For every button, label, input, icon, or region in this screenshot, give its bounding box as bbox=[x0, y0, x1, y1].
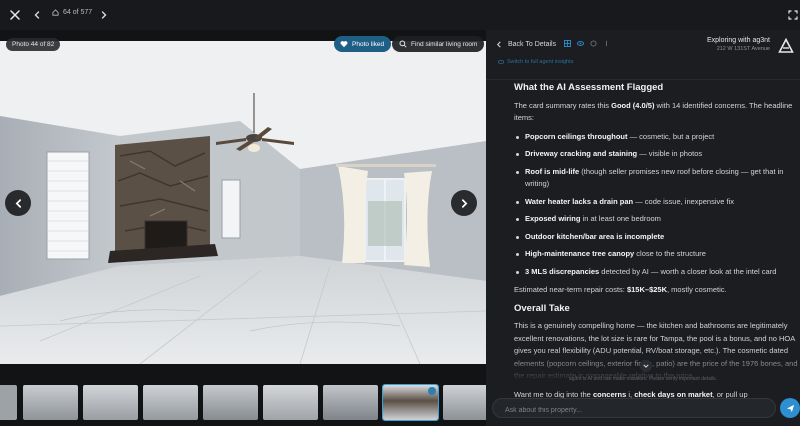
fullscreen-icon[interactable] bbox=[784, 6, 800, 24]
repair-pre: Estimated near-term repair costs: bbox=[514, 285, 627, 294]
repair-estimate: Estimated near-term repair costs: $15K–$… bbox=[514, 284, 800, 297]
flag-title: Driveway cracking and staining bbox=[525, 149, 638, 158]
assistant-panel: Back To Details Exploring with ag3nt 212… bbox=[486, 30, 800, 426]
thumbnail-strip bbox=[0, 384, 486, 426]
list-item: Water heater lacks a drain pan — code is… bbox=[514, 196, 800, 209]
chat-input-box[interactable] bbox=[492, 398, 776, 420]
intro-rating: Good (4.0/5) bbox=[611, 100, 655, 110]
flag-title: 3 MLS discrepancies bbox=[525, 266, 600, 276]
flag-detail: — code issue, inexpensive fix bbox=[633, 196, 734, 206]
explore-header: Exploring with ag3nt 212 W 131ST Avenue bbox=[707, 37, 770, 52]
thumbnail[interactable] bbox=[263, 385, 318, 420]
list-item: Exposed wiring in at least one bedroom bbox=[514, 213, 800, 226]
flag-title: Popcorn ceilings throughout bbox=[525, 131, 628, 141]
explore-address: 212 W 131ST Avenue bbox=[716, 46, 770, 52]
eye-icon[interactable] bbox=[577, 40, 584, 47]
list-item: Popcorn ceilings throughout — cosmetic, … bbox=[514, 131, 800, 144]
flag-detail: detected by AI — worth a closer look at … bbox=[599, 266, 777, 276]
flag-title: Water heater lacks a drain pan bbox=[525, 196, 634, 206]
flag-title: Exposed wiring bbox=[525, 214, 581, 223]
ai-disclaimer: ag3nt is AI and can make mistakes. Pleas… bbox=[568, 376, 718, 382]
photo-liked-button[interactable]: Photo liked bbox=[334, 36, 392, 52]
flag-title: Roof is mid-life bbox=[525, 166, 580, 176]
next-listing-icon[interactable] bbox=[95, 6, 113, 24]
list-item: 3 MLS discrepancies detected by AI — wor… bbox=[514, 266, 800, 279]
send-icon bbox=[786, 404, 794, 412]
photo-viewer: Photo 44 of 82 Photo liked Find similar … bbox=[0, 30, 486, 384]
thumbnail[interactable] bbox=[443, 385, 486, 420]
explore-title: Exploring with ag3nt bbox=[706, 37, 770, 44]
top-bar: 64 of 577 bbox=[0, 0, 800, 30]
prev-photo-button[interactable] bbox=[5, 190, 31, 216]
flag-title: Outdoor kitchen/bar area is incomplete bbox=[525, 231, 665, 241]
close-icon[interactable] bbox=[6, 6, 24, 24]
thumbnail[interactable] bbox=[83, 385, 138, 420]
overall-take-text: This is a genuinely compelling home — th… bbox=[514, 321, 798, 380]
chevron-right-icon bbox=[461, 198, 467, 208]
flag-detail: — cosmetic, but a project bbox=[627, 131, 715, 141]
photo-liked-label: Photo liked bbox=[352, 40, 385, 48]
ag3nt-logo-icon bbox=[778, 38, 794, 53]
section-title-flags: What the AI Assessment Flagged bbox=[514, 82, 664, 93]
living-room-photo bbox=[0, 41, 486, 364]
search-icon bbox=[399, 40, 407, 48]
list-item: Roof is mid-life (though seller promises… bbox=[514, 166, 800, 191]
find-similar-button[interactable]: Find similar living room bbox=[392, 36, 485, 52]
back-label: Back To Details bbox=[508, 41, 557, 48]
heart-icon bbox=[340, 41, 348, 48]
panel-header: Back To Details Exploring with ag3nt 212… bbox=[486, 30, 800, 80]
full-insights-link[interactable]: Switch to full agent insights bbox=[498, 59, 573, 65]
eye-icon bbox=[498, 59, 504, 65]
thumbnail-active[interactable] bbox=[382, 384, 439, 421]
grid-icon[interactable] bbox=[564, 40, 571, 47]
send-button[interactable] bbox=[780, 398, 800, 418]
home-icon bbox=[52, 9, 59, 16]
list-item: Driveway cracking and staining — visible… bbox=[514, 148, 800, 161]
list-item: High-maintenance tree canopy close to th… bbox=[514, 248, 800, 261]
app-root: 64 of 577 Photo 44 of 82 Photo liked Fin… bbox=[0, 0, 800, 426]
thumbnail[interactable] bbox=[203, 385, 258, 420]
thumbnail[interactable] bbox=[23, 385, 78, 420]
chat-input[interactable] bbox=[493, 401, 775, 420]
chevron-left-icon bbox=[15, 198, 21, 208]
chevron-left-icon bbox=[496, 41, 501, 48]
thumbnail[interactable] bbox=[323, 385, 378, 420]
flag-list: Popcorn ceilings throughout — cosmetic, … bbox=[514, 131, 800, 279]
flag-detail: close to the structure bbox=[634, 249, 706, 258]
chevron-down-icon bbox=[643, 364, 649, 368]
assistant-message: What the AI Assessment Flagged The card … bbox=[514, 82, 800, 412]
flag-title: High-maintenance tree canopy bbox=[525, 249, 635, 258]
info-icon[interactable] bbox=[603, 40, 610, 47]
back-to-details-button[interactable]: Back To Details bbox=[496, 41, 556, 48]
full-insights-label: Switch to full agent insights bbox=[507, 59, 574, 65]
photo-count-badge: Photo 44 of 82 bbox=[6, 38, 61, 51]
listing-counter: 64 of 577 bbox=[52, 9, 92, 16]
prev-listing-icon[interactable] bbox=[28, 6, 46, 24]
find-similar-label: Find similar living room bbox=[411, 40, 478, 48]
view-toggle-icons bbox=[564, 40, 610, 47]
heart-icon bbox=[428, 387, 436, 395]
thumbnail[interactable] bbox=[0, 385, 17, 420]
repair-amount: $15K–$25K bbox=[626, 285, 667, 294]
repair-post: , mostly cosmetic. bbox=[667, 285, 727, 294]
section-title-take: Overall Take bbox=[514, 302, 570, 314]
settings-icon[interactable] bbox=[590, 40, 597, 47]
intro-paragraph: The card summary rates this Good (4.0/5)… bbox=[514, 100, 800, 125]
scroll-down-button[interactable] bbox=[640, 360, 652, 372]
thumbnail[interactable] bbox=[143, 385, 198, 420]
intro-pre: The card summary rates this bbox=[514, 100, 612, 110]
flag-detail: in at least one bedroom bbox=[580, 214, 661, 223]
next-photo-button[interactable] bbox=[451, 190, 477, 216]
flag-detail: — visible in photos bbox=[637, 149, 703, 158]
counter-text: 64 of 577 bbox=[63, 9, 93, 16]
list-item: Outdoor kitchen/bar area is incomplete bbox=[514, 231, 800, 244]
